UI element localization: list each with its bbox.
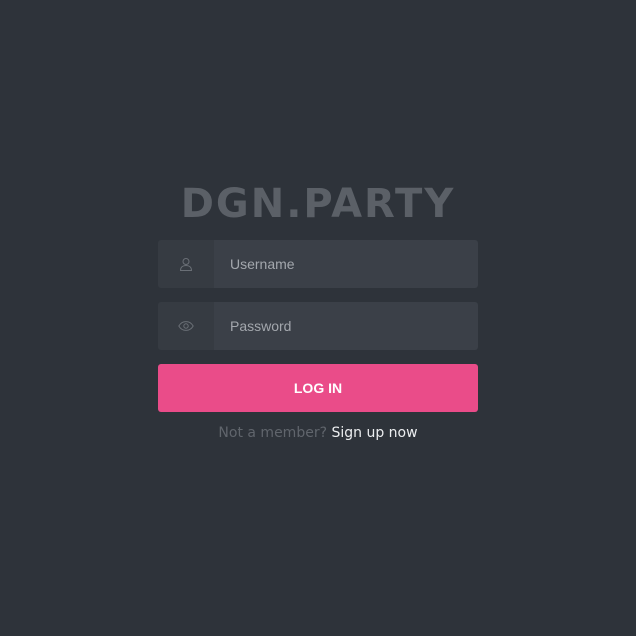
brand-title: DGN.PARTY	[180, 181, 456, 227]
password-field-group	[158, 302, 478, 350]
signup-prompt-text: Not a member?	[218, 425, 328, 441]
username-input[interactable]	[214, 240, 478, 288]
password-input[interactable]	[214, 302, 478, 350]
eye-icon	[158, 302, 214, 350]
username-field-group	[158, 240, 478, 288]
login-button[interactable]: LOG IN	[158, 364, 478, 412]
signup-link[interactable]: Sign up now	[331, 425, 417, 441]
signup-prompt-line: Not a member? Sign up now	[0, 424, 636, 442]
user-icon	[158, 240, 214, 288]
